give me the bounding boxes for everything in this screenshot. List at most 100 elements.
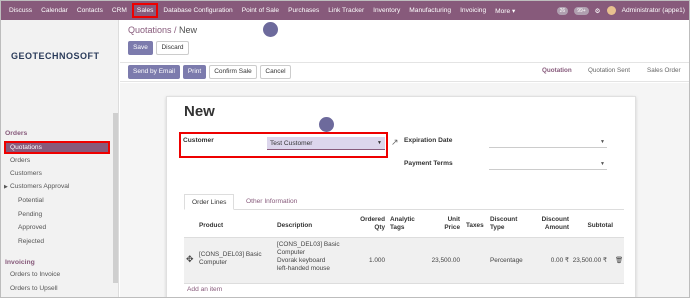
row-discount-type[interactable]: Percentage bbox=[490, 257, 523, 265]
row-description[interactable]: [CONS_DEL03] Basic Computer Dvorak keyboar… bbox=[277, 241, 340, 273]
page-title: New bbox=[184, 103, 215, 120]
col-ordered-qty[interactable]: Ordered Qty bbox=[351, 216, 385, 232]
row-product-l2: Computer bbox=[199, 259, 228, 266]
menu-more[interactable]: More ▾ bbox=[495, 7, 515, 15]
menu-purchases[interactable]: Purchases bbox=[288, 7, 319, 14]
col-subtotal[interactable]: Subtotal bbox=[573, 222, 613, 230]
breadcrumb-quotations[interactable]: Quotations bbox=[128, 25, 172, 35]
sidebar-item-orders[interactable]: Orders bbox=[10, 157, 30, 164]
settings-icon[interactable]: ⚙ bbox=[595, 7, 601, 15]
col-analytic-tags-l1: Analytic bbox=[390, 216, 415, 223]
row-description-l4: left-handed mouse bbox=[277, 265, 330, 272]
sidebar-item-orders-to-upsell[interactable]: Orders to Upsell bbox=[10, 285, 58, 292]
col-analytic-tags-l2: Tags bbox=[390, 224, 405, 231]
payment-terms-label: Payment Terms bbox=[404, 160, 453, 167]
col-unit-price-l2: Price bbox=[444, 224, 460, 231]
menu-invoicing[interactable]: Invoicing bbox=[460, 7, 486, 14]
activity-badge[interactable]: 26 bbox=[556, 6, 569, 15]
app-window: Discuss Calendar Contacts CRM Sales Data… bbox=[0, 0, 690, 298]
trash-icon[interactable]: 🗑 bbox=[615, 257, 623, 265]
customer-label: Customer bbox=[183, 137, 214, 144]
col-unit-price-l1: Unit bbox=[447, 216, 460, 223]
cursor-marker bbox=[263, 22, 278, 37]
expiration-date-label: Expiration Date bbox=[404, 137, 453, 144]
sidebar-scrollbar[interactable] bbox=[113, 113, 118, 283]
customer-value: Test Customer bbox=[270, 140, 313, 147]
menu-link-tracker[interactable]: Link Tracker bbox=[328, 7, 364, 14]
breadcrumb-current: New bbox=[179, 25, 198, 35]
chevron-down-icon: ▼ bbox=[600, 139, 605, 145]
user-menu[interactable]: Administrator (appe1) bbox=[622, 7, 685, 14]
menu-discuss[interactable]: Discuss bbox=[9, 7, 32, 14]
sidebar-item-potential[interactable]: Potential bbox=[18, 197, 44, 204]
row-qty[interactable]: 1.000 bbox=[351, 257, 385, 265]
menu-database-configuration[interactable]: Database Configuration bbox=[163, 7, 232, 14]
col-ordered-qty-l2: Qty bbox=[374, 224, 385, 231]
menu-contacts[interactable]: Contacts bbox=[77, 7, 103, 14]
stage-quotation-sent[interactable]: Quotation Sent bbox=[588, 67, 630, 74]
sidebar-section-orders: Orders bbox=[5, 130, 28, 137]
row-subtotal: 23,500.00 ₹ bbox=[572, 257, 607, 264]
breadcrumb-separator: / bbox=[171, 25, 180, 35]
col-discount-type-l2: Type bbox=[490, 224, 505, 231]
col-analytic-tags[interactable]: Analytic Tags bbox=[390, 216, 415, 232]
save-button[interactable]: Save bbox=[128, 41, 153, 55]
row-discount-amount[interactable]: 0.00 ₹ bbox=[529, 257, 569, 265]
row-description-l3: Dvorak keyboard bbox=[277, 257, 326, 264]
cursor-marker-2 bbox=[319, 117, 334, 132]
sidebar-item-customers-approval[interactable]: Customers Approval bbox=[10, 183, 69, 190]
row-description-l1: [CONS_DEL03] Basic bbox=[277, 241, 340, 248]
col-discount-amount[interactable]: Discount Amount bbox=[533, 216, 569, 232]
top-navbar: Discuss Calendar Contacts CRM Sales Data… bbox=[1, 1, 689, 20]
col-product[interactable]: Product bbox=[199, 222, 223, 230]
col-discount-type-l1: Discount bbox=[490, 216, 518, 223]
stage-sales-order[interactable]: Sales Order bbox=[647, 67, 681, 74]
row-unit-price[interactable]: 23,500.00 bbox=[421, 257, 460, 265]
confirm-sale-button[interactable]: Confirm Sale bbox=[209, 65, 257, 79]
add-item-link[interactable]: Add an item bbox=[187, 286, 222, 293]
tab-order-lines[interactable]: Order Lines bbox=[184, 194, 235, 210]
row-product-l1: [CONS_DEL03] Basic bbox=[199, 251, 262, 258]
sidebar-item-pending[interactable]: Pending bbox=[18, 211, 42, 218]
row-divider bbox=[184, 283, 624, 284]
chevron-down-icon: ▼ bbox=[600, 161, 605, 167]
menu-point-of-sale[interactable]: Point of Sale bbox=[242, 7, 279, 14]
row-description-l2: Computer bbox=[277, 249, 306, 256]
col-taxes[interactable]: Taxes bbox=[466, 222, 484, 230]
col-discount-amount-l1: Discount bbox=[541, 216, 569, 223]
breadcrumb: Quotations / New bbox=[128, 25, 197, 35]
stage-quotation[interactable]: Quotation bbox=[542, 67, 572, 74]
col-discount-amount-l2: Amount bbox=[544, 224, 569, 231]
company-logo: GEOTECHNOSOFT bbox=[11, 51, 100, 61]
sidebar-item-customers[interactable]: Customers bbox=[10, 170, 42, 177]
sidebar-item-quotations[interactable]: Quotations bbox=[4, 141, 110, 154]
customer-field[interactable]: Test Customer ▼ bbox=[267, 137, 385, 150]
sidebar-item-approved[interactable]: Approved bbox=[18, 224, 46, 231]
user-avatar[interactable] bbox=[606, 6, 616, 15]
menu-calendar[interactable]: Calendar bbox=[41, 7, 68, 14]
chevron-down-icon[interactable]: ▼ bbox=[377, 137, 382, 150]
sidebar-item-rejected[interactable]: Rejected bbox=[18, 238, 44, 245]
col-unit-price[interactable]: Unit Price bbox=[431, 216, 460, 232]
drag-handle-icon[interactable]: ✥ bbox=[186, 255, 194, 264]
col-discount-type[interactable]: Discount Type bbox=[490, 216, 517, 232]
menu-sales[interactable]: Sales bbox=[131, 3, 159, 18]
payment-terms-field[interactable]: ▼ bbox=[489, 159, 607, 170]
menu-manufacturing[interactable]: Manufacturing bbox=[409, 7, 451, 14]
row-product[interactable]: [CONS_DEL03] Basic Computer bbox=[199, 251, 262, 267]
expand-caret-icon[interactable]: ▶ bbox=[4, 184, 8, 190]
tab-other-information[interactable]: Other Information bbox=[239, 194, 304, 210]
sidebar-item-orders-to-invoice[interactable]: Orders to Invoice bbox=[10, 271, 60, 278]
cancel-button[interactable]: Cancel bbox=[260, 65, 291, 79]
send-by-email-button[interactable]: Send by Email bbox=[128, 65, 180, 79]
systray: 26 99+ ⚙ Administrator (appe1) bbox=[556, 1, 685, 20]
external-link-icon[interactable]: ↗ bbox=[391, 137, 399, 148]
expiration-date-field[interactable]: ▼ bbox=[489, 137, 607, 148]
menu-inventory[interactable]: Inventory bbox=[373, 7, 400, 14]
print-button[interactable]: Print bbox=[183, 65, 206, 79]
messages-badge[interactable]: 99+ bbox=[574, 6, 589, 15]
discard-button[interactable]: Discard bbox=[156, 41, 189, 55]
col-description[interactable]: Description bbox=[277, 222, 312, 230]
app-menu: Discuss Calendar Contacts CRM Sales Data… bbox=[9, 1, 524, 20]
menu-crm[interactable]: CRM bbox=[112, 7, 127, 14]
